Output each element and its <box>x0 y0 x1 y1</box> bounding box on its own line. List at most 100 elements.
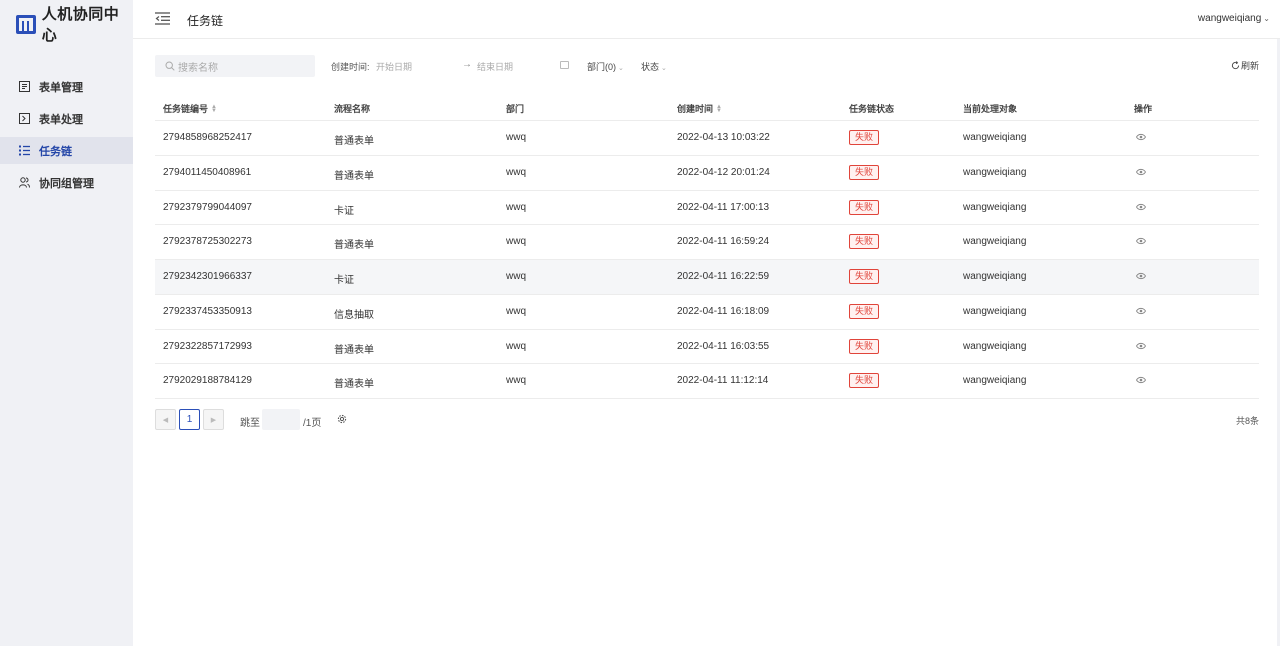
brand-logo[interactable]: 人机协同中心 <box>16 6 133 44</box>
column-header-label: 部门 <box>506 104 525 114</box>
eye-icon[interactable] <box>1136 272 1146 280</box>
status-badge: 失败 <box>849 234 880 250</box>
table-body: 2794858968252417 普通表单 wwq 2022-04-13 10:03:… <box>155 121 1259 399</box>
top-header: 任务链 wangweiqiang ⌄ <box>133 0 1280 39</box>
cell-flow-name: 卡证 <box>334 275 354 286</box>
user-menu[interactable]: wangweiqiang ⌄ <box>1198 13 1270 24</box>
column-header-action: 操作 <box>1134 102 1152 115</box>
column-header-status: 任务链状态 <box>849 102 894 115</box>
status-select-label: 状态 <box>641 62 660 72</box>
cell-department: wwq <box>506 132 527 143</box>
column-header-handler: 当前处理对象 <box>963 102 1017 115</box>
status-select[interactable]: 状态 ⌄ <box>641 60 667 73</box>
cell-created-time: 2022-04-11 16:59:24 <box>677 236 770 248</box>
cell-flow-name: 普通表单 <box>334 136 374 147</box>
search-input[interactable]: 搜索名称 <box>155 55 315 77</box>
eye-icon[interactable] <box>1136 342 1146 350</box>
cell-current-handler: wangweiqiang <box>963 340 1027 352</box>
eye-icon[interactable] <box>1136 168 1146 176</box>
table-header: 任务链编号 ▲ ▼ 流程名称 部门 创建时间 ▲ ▼ 任务链状态 当前处理对象 操作 <box>155 94 1259 121</box>
refresh-icon <box>1231 61 1240 70</box>
column-header-label: 任务链状态 <box>849 104 895 114</box>
cell-flow-name: 普通表单 <box>334 379 374 391</box>
column-header-label: 流程名称 <box>334 104 371 114</box>
sidebar-item-form-management[interactable]: 表单管理 <box>0 73 133 100</box>
cell-created-time: 2022-04-11 17:00:13 <box>677 201 770 213</box>
cell-flow-name: 普通表单 <box>334 240 374 252</box>
arrow-right-icon: → <box>462 59 472 70</box>
total-pages-label: /1页 <box>303 418 322 429</box>
column-header-created[interactable]: 创建时间 ▲ ▼ <box>677 102 722 115</box>
cell-current-handler: wangweiqiang <box>963 166 1027 178</box>
cell-current-handler: wangweiqiang <box>963 201 1027 213</box>
cell-created-time: 2022-04-12 20:01:24 <box>677 166 770 178</box>
task-chain-table: 任务链编号 ▲ ▼ 流程名称 部门 创建时间 ▲ ▼ 任务链状态 当前处理对象 操作 2… <box>155 94 1259 399</box>
sidebar-item-task-chain[interactable]: 任务链 <box>0 137 133 164</box>
search-placeholder: 搜索名称 <box>178 62 218 74</box>
prev-page-button[interactable]: ◀ <box>155 409 176 430</box>
table-row[interactable]: 2792029188784129 普通表单 wwq 2022-04-11 11:12:… <box>155 364 1259 399</box>
sidebar-item-form-process[interactable]: 表单处理 <box>0 105 133 132</box>
department-select-label: 部门(0) <box>587 62 616 72</box>
cell-created-time: 2022-04-11 16:03:55 <box>677 340 770 352</box>
sort-icon[interactable]: ▲ ▼ <box>211 104 217 114</box>
calendar-icon[interactable] <box>560 61 569 69</box>
cell-current-handler: wangweiqiang <box>963 375 1027 387</box>
current-page-button[interactable]: 1 <box>179 409 200 430</box>
column-header-label: 任务链编号 <box>163 104 209 114</box>
table-row[interactable]: 2792342301966337 卡证 wwq 2022-04-11 16:22:59… <box>155 260 1259 295</box>
chevron-down-icon: ⌄ <box>618 65 624 72</box>
sort-icon[interactable]: ▲ ▼ <box>716 104 722 114</box>
chevron-right-icon: ▶ <box>210 416 217 424</box>
cell-flow-name: 普通表单 <box>334 344 374 356</box>
eye-icon[interactable] <box>1136 133 1146 141</box>
sidebar-item-label: 表单管理 <box>39 81 83 94</box>
cell-task-chain-id: 2792322857172993 <box>163 340 252 352</box>
refresh-button[interactable]: 刷新 <box>1231 59 1259 72</box>
brand-logo-icon <box>16 14 36 34</box>
eye-icon[interactable] <box>1136 376 1146 384</box>
cell-created-time: 2022-04-11 16:18:09 <box>677 305 770 317</box>
cell-current-handler: wangweiqiang <box>963 271 1027 282</box>
cell-task-chain-id: 2792337453350913 <box>163 305 252 317</box>
end-date-input[interactable]: 结束日期 <box>477 60 513 73</box>
form-process-icon <box>19 113 30 124</box>
cell-task-chain-id: 2792379799044097 <box>163 201 252 213</box>
sidebar-menu: 表单管理 表单处理 任务链 协同组管理 <box>0 73 133 201</box>
column-header-id[interactable]: 任务链编号 ▲ ▼ <box>163 102 217 115</box>
cell-department: wwq <box>506 201 527 213</box>
sidebar-item-group-management[interactable]: 协同组管理 <box>0 169 133 196</box>
eye-icon[interactable] <box>1136 203 1146 211</box>
chevron-down-icon: ⌄ <box>1263 14 1270 23</box>
cell-department: wwq <box>506 236 527 248</box>
status-badge: 失败 <box>849 338 880 354</box>
jump-to-label: 跳至 <box>240 418 260 429</box>
status-badge: 失败 <box>849 373 880 389</box>
search-icon <box>165 61 175 71</box>
status-badge: 失败 <box>849 269 880 284</box>
cell-department: wwq <box>506 305 527 317</box>
created-time-label: 创建时间: <box>331 62 370 72</box>
table-row[interactable]: 2794011450408961 普通表单 wwq 2022-04-12 20:01:… <box>155 156 1259 191</box>
cell-flow-name: 普通表单 <box>334 170 374 182</box>
gear-icon[interactable] <box>337 414 347 424</box>
cell-flow-name: 卡证 <box>334 205 354 217</box>
jump-page-input[interactable] <box>262 409 300 430</box>
cell-task-chain-id: 2792342301966337 <box>163 271 252 282</box>
cell-current-handler: wangweiqiang <box>963 132 1027 143</box>
eye-icon[interactable] <box>1136 307 1146 315</box>
next-page-button[interactable]: ▶ <box>203 409 224 430</box>
department-select[interactable]: 部门(0) ⌄ <box>587 60 624 73</box>
menu-fold-icon[interactable] <box>155 12 170 25</box>
username: wangweiqiang <box>1197 13 1262 24</box>
table-row[interactable]: 2792322857172993 普通表单 wwq 2022-04-11 16:03:… <box>155 330 1259 365</box>
cell-current-handler: wangweiqiang <box>963 305 1027 317</box>
table-row[interactable]: 2794858968252417 普通表单 wwq 2022-04-13 10:03:… <box>155 121 1259 156</box>
table-row[interactable]: 2792379799044097 卡证 wwq 2022-04-11 17:00:13… <box>155 191 1259 226</box>
sidebar-item-label: 任务链 <box>39 145 72 158</box>
start-date-input[interactable]: 开始日期 <box>376 60 412 73</box>
table-row[interactable]: 2792378725302273 普通表单 wwq 2022-04-11 16:59:… <box>155 225 1259 260</box>
eye-icon[interactable] <box>1136 237 1146 245</box>
column-header-label: 创建时间 <box>677 104 714 114</box>
table-row[interactable]: 2792337453350913 信息抽取 wwq 2022-04-11 16:18:… <box>155 295 1259 330</box>
